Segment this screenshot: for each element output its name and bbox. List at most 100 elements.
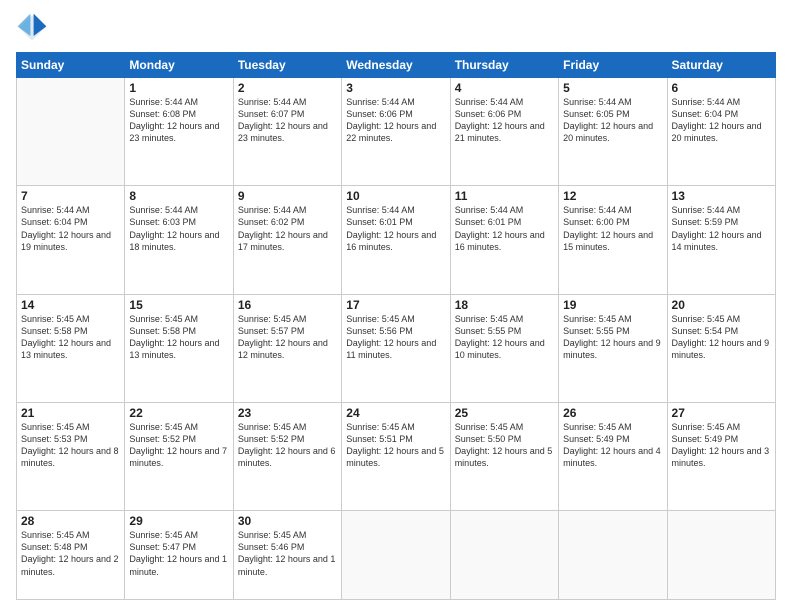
week-row-3: 21Sunrise: 5:45 AM Sunset: 5:53 PM Dayli… xyxy=(17,402,776,510)
header xyxy=(16,12,776,44)
calendar-cell xyxy=(450,511,558,600)
calendar-cell xyxy=(559,511,667,600)
calendar-cell: 13Sunrise: 5:44 AM Sunset: 5:59 PM Dayli… xyxy=(667,186,775,294)
day-info: Sunrise: 5:45 AM Sunset: 5:49 PM Dayligh… xyxy=(563,421,662,470)
day-info: Sunrise: 5:44 AM Sunset: 6:00 PM Dayligh… xyxy=(563,204,662,253)
calendar-cell: 27Sunrise: 5:45 AM Sunset: 5:49 PM Dayli… xyxy=(667,402,775,510)
day-info: Sunrise: 5:45 AM Sunset: 5:56 PM Dayligh… xyxy=(346,313,445,362)
day-info: Sunrise: 5:44 AM Sunset: 6:04 PM Dayligh… xyxy=(672,96,771,145)
day-header-friday: Friday xyxy=(559,53,667,78)
day-info: Sunrise: 5:45 AM Sunset: 5:48 PM Dayligh… xyxy=(21,529,120,578)
calendar-cell: 5Sunrise: 5:44 AM Sunset: 6:05 PM Daylig… xyxy=(559,78,667,186)
day-number: 30 xyxy=(238,514,337,528)
day-number: 9 xyxy=(238,189,337,203)
day-info: Sunrise: 5:45 AM Sunset: 5:49 PM Dayligh… xyxy=(672,421,771,470)
day-info: Sunrise: 5:45 AM Sunset: 5:53 PM Dayligh… xyxy=(21,421,120,470)
day-number: 29 xyxy=(129,514,228,528)
day-number: 10 xyxy=(346,189,445,203)
day-number: 4 xyxy=(455,81,554,95)
calendar-cell: 25Sunrise: 5:45 AM Sunset: 5:50 PM Dayli… xyxy=(450,402,558,510)
day-info: Sunrise: 5:44 AM Sunset: 6:02 PM Dayligh… xyxy=(238,204,337,253)
calendar-cell: 21Sunrise: 5:45 AM Sunset: 5:53 PM Dayli… xyxy=(17,402,125,510)
calendar-cell: 4Sunrise: 5:44 AM Sunset: 6:06 PM Daylig… xyxy=(450,78,558,186)
day-header-monday: Monday xyxy=(125,53,233,78)
day-header-wednesday: Wednesday xyxy=(342,53,450,78)
calendar-cell: 12Sunrise: 5:44 AM Sunset: 6:00 PM Dayli… xyxy=(559,186,667,294)
calendar-cell: 22Sunrise: 5:45 AM Sunset: 5:52 PM Dayli… xyxy=(125,402,233,510)
logo-icon xyxy=(16,12,48,44)
day-info: Sunrise: 5:45 AM Sunset: 5:54 PM Dayligh… xyxy=(672,313,771,362)
calendar-cell: 2Sunrise: 5:44 AM Sunset: 6:07 PM Daylig… xyxy=(233,78,341,186)
week-row-2: 14Sunrise: 5:45 AM Sunset: 5:58 PM Dayli… xyxy=(17,294,776,402)
day-info: Sunrise: 5:45 AM Sunset: 5:52 PM Dayligh… xyxy=(238,421,337,470)
day-info: Sunrise: 5:44 AM Sunset: 6:03 PM Dayligh… xyxy=(129,204,228,253)
day-number: 13 xyxy=(672,189,771,203)
day-number: 7 xyxy=(21,189,120,203)
calendar-table: SundayMondayTuesdayWednesdayThursdayFrid… xyxy=(16,52,776,600)
day-number: 24 xyxy=(346,406,445,420)
calendar-cell: 10Sunrise: 5:44 AM Sunset: 6:01 PM Dayli… xyxy=(342,186,450,294)
calendar-cell: 28Sunrise: 5:45 AM Sunset: 5:48 PM Dayli… xyxy=(17,511,125,600)
day-info: Sunrise: 5:44 AM Sunset: 5:59 PM Dayligh… xyxy=(672,204,771,253)
day-info: Sunrise: 5:45 AM Sunset: 5:57 PM Dayligh… xyxy=(238,313,337,362)
day-info: Sunrise: 5:44 AM Sunset: 6:06 PM Dayligh… xyxy=(455,96,554,145)
calendar-cell: 16Sunrise: 5:45 AM Sunset: 5:57 PM Dayli… xyxy=(233,294,341,402)
calendar-cell: 18Sunrise: 5:45 AM Sunset: 5:55 PM Dayli… xyxy=(450,294,558,402)
day-header-thursday: Thursday xyxy=(450,53,558,78)
calendar-cell: 24Sunrise: 5:45 AM Sunset: 5:51 PM Dayli… xyxy=(342,402,450,510)
day-number: 27 xyxy=(672,406,771,420)
week-row-0: 1Sunrise: 5:44 AM Sunset: 6:08 PM Daylig… xyxy=(17,78,776,186)
day-info: Sunrise: 5:44 AM Sunset: 6:08 PM Dayligh… xyxy=(129,96,228,145)
calendar-cell: 14Sunrise: 5:45 AM Sunset: 5:58 PM Dayli… xyxy=(17,294,125,402)
page: SundayMondayTuesdayWednesdayThursdayFrid… xyxy=(0,0,792,612)
day-info: Sunrise: 5:44 AM Sunset: 6:04 PM Dayligh… xyxy=(21,204,120,253)
day-number: 6 xyxy=(672,81,771,95)
day-info: Sunrise: 5:45 AM Sunset: 5:51 PM Dayligh… xyxy=(346,421,445,470)
day-number: 26 xyxy=(563,406,662,420)
week-row-1: 7Sunrise: 5:44 AM Sunset: 6:04 PM Daylig… xyxy=(17,186,776,294)
day-number: 15 xyxy=(129,298,228,312)
day-info: Sunrise: 5:45 AM Sunset: 5:55 PM Dayligh… xyxy=(563,313,662,362)
calendar-cell: 19Sunrise: 5:45 AM Sunset: 5:55 PM Dayli… xyxy=(559,294,667,402)
calendar-cell xyxy=(342,511,450,600)
day-info: Sunrise: 5:45 AM Sunset: 5:52 PM Dayligh… xyxy=(129,421,228,470)
calendar-cell: 8Sunrise: 5:44 AM Sunset: 6:03 PM Daylig… xyxy=(125,186,233,294)
day-number: 5 xyxy=(563,81,662,95)
days-header-row: SundayMondayTuesdayWednesdayThursdayFrid… xyxy=(17,53,776,78)
calendar-cell: 9Sunrise: 5:44 AM Sunset: 6:02 PM Daylig… xyxy=(233,186,341,294)
day-info: Sunrise: 5:44 AM Sunset: 6:05 PM Dayligh… xyxy=(563,96,662,145)
day-number: 23 xyxy=(238,406,337,420)
day-number: 18 xyxy=(455,298,554,312)
day-number: 25 xyxy=(455,406,554,420)
day-info: Sunrise: 5:45 AM Sunset: 5:46 PM Dayligh… xyxy=(238,529,337,578)
day-number: 22 xyxy=(129,406,228,420)
day-number: 8 xyxy=(129,189,228,203)
day-number: 1 xyxy=(129,81,228,95)
day-info: Sunrise: 5:45 AM Sunset: 5:58 PM Dayligh… xyxy=(129,313,228,362)
calendar-cell: 1Sunrise: 5:44 AM Sunset: 6:08 PM Daylig… xyxy=(125,78,233,186)
calendar-cell xyxy=(17,78,125,186)
calendar-cell: 29Sunrise: 5:45 AM Sunset: 5:47 PM Dayli… xyxy=(125,511,233,600)
day-number: 14 xyxy=(21,298,120,312)
day-info: Sunrise: 5:45 AM Sunset: 5:58 PM Dayligh… xyxy=(21,313,120,362)
day-number: 12 xyxy=(563,189,662,203)
day-info: Sunrise: 5:44 AM Sunset: 6:01 PM Dayligh… xyxy=(455,204,554,253)
day-info: Sunrise: 5:45 AM Sunset: 5:50 PM Dayligh… xyxy=(455,421,554,470)
day-number: 2 xyxy=(238,81,337,95)
day-number: 16 xyxy=(238,298,337,312)
calendar-cell: 20Sunrise: 5:45 AM Sunset: 5:54 PM Dayli… xyxy=(667,294,775,402)
calendar-cell: 15Sunrise: 5:45 AM Sunset: 5:58 PM Dayli… xyxy=(125,294,233,402)
day-header-tuesday: Tuesday xyxy=(233,53,341,78)
calendar-cell xyxy=(667,511,775,600)
calendar-cell: 26Sunrise: 5:45 AM Sunset: 5:49 PM Dayli… xyxy=(559,402,667,510)
calendar-cell: 30Sunrise: 5:45 AM Sunset: 5:46 PM Dayli… xyxy=(233,511,341,600)
day-number: 28 xyxy=(21,514,120,528)
calendar-cell: 6Sunrise: 5:44 AM Sunset: 6:04 PM Daylig… xyxy=(667,78,775,186)
day-number: 3 xyxy=(346,81,445,95)
calendar-cell: 11Sunrise: 5:44 AM Sunset: 6:01 PM Dayli… xyxy=(450,186,558,294)
day-info: Sunrise: 5:44 AM Sunset: 6:01 PM Dayligh… xyxy=(346,204,445,253)
day-info: Sunrise: 5:44 AM Sunset: 6:06 PM Dayligh… xyxy=(346,96,445,145)
logo xyxy=(16,12,52,44)
calendar-cell: 17Sunrise: 5:45 AM Sunset: 5:56 PM Dayli… xyxy=(342,294,450,402)
day-header-saturday: Saturday xyxy=(667,53,775,78)
